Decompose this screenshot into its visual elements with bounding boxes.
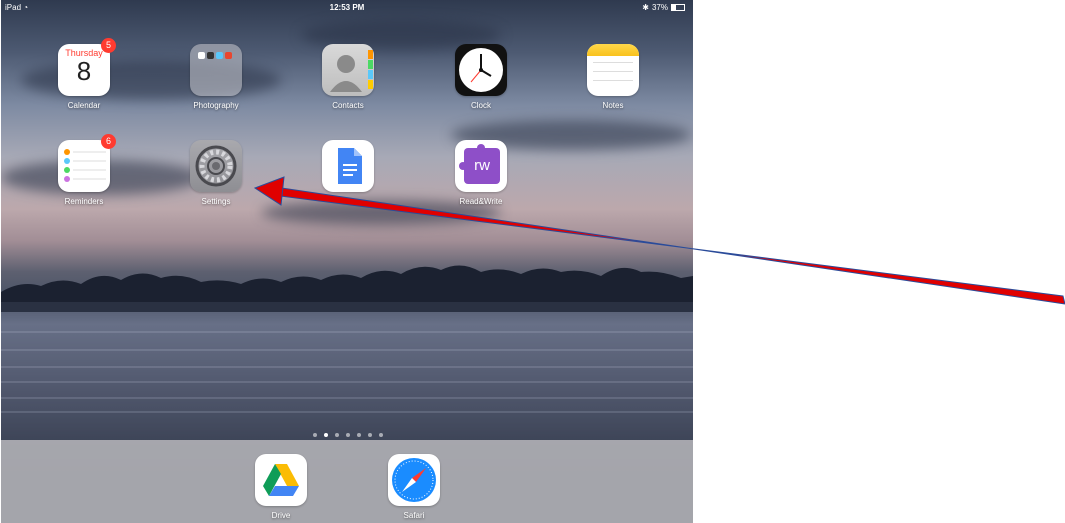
app-label: Notes [602,101,624,110]
mini-app-icon [225,52,232,59]
app-settings[interactable]: Settings [176,140,256,206]
app-label: Safari [403,511,425,520]
app-label: Drive [271,511,291,520]
notes-line [593,71,633,80]
app-label: Settings [201,197,231,206]
docs-graphic [338,148,362,184]
reminders-icon: 6 [58,134,116,192]
bluetooth-icon: ✱ [642,3,649,12]
clock-icon [455,44,507,96]
page-dot[interactable] [346,433,350,437]
app-notes[interactable]: Notes [573,44,653,110]
readwrite-text: rw [464,148,500,184]
app-label: Reminders [64,197,104,206]
contact-silhouette [330,50,373,92]
notes-icon [587,44,639,96]
status-bar: iPad ◔ 12:53 PM ✱ 37% [1,0,693,16]
readwrite-icon: rw [455,140,507,192]
app-safari[interactable]: Safari [374,454,454,520]
calendar-badge: 5 [101,38,116,53]
folder-mini-icons [198,52,232,59]
notes-line [593,80,633,89]
page-dot[interactable] [379,433,383,437]
compass-graphic [392,458,436,502]
app-label: Clock [470,101,491,110]
app-clock[interactable]: Clock [441,44,521,110]
notes-header [587,44,639,56]
page-dot[interactable] [324,433,328,437]
mini-photos-icon [198,52,205,59]
puzzle-knob [477,144,485,152]
app-reminders[interactable]: 6 Reminders [44,134,124,206]
treeline [1,265,693,312]
app-photography-folder[interactable]: Photography [176,44,256,110]
google-drive-icon [255,454,307,506]
battery-percent: 37% [651,3,668,12]
compass-icon [388,454,440,506]
drive-graphic [263,464,299,496]
clock-face [459,48,503,92]
folder-icon [190,44,242,96]
calendar-icon: Thursday 8 5 [58,38,116,96]
calendar-date: 8 [76,56,92,86]
status-time: 12:53 PM [329,3,365,12]
battery-icon [671,4,685,11]
notes-line [593,62,633,71]
water [1,312,693,440]
app-drive[interactable]: Drive [241,454,321,520]
ipad-screen: iPad ◔ 12:53 PM ✱ 37% Thursday 8 5 Calen… [1,0,693,523]
mini-app-icon [216,52,223,59]
gear-graphic [195,145,237,187]
app-label: Read&Write [459,197,503,206]
mini-camera-icon [207,52,214,59]
app-label: Photography [193,101,239,110]
app-label: Calendar [67,101,101,110]
reminders-badge: 6 [101,134,116,149]
page-dot[interactable] [335,433,339,437]
page-indicator[interactable] [313,433,383,437]
app-contacts[interactable]: Contacts [308,44,388,110]
contacts-icon [322,44,374,96]
battery-fill [672,5,677,10]
app-calendar[interactable]: Thursday 8 5 Calendar [44,38,124,110]
reminders-list [64,149,106,182]
page-dot[interactable] [357,433,361,437]
page-dot[interactable] [368,433,372,437]
puzzle-knob [459,162,467,170]
page-dot[interactable] [313,433,317,437]
app-label: Contacts [332,101,364,110]
google-docs-icon [322,140,374,192]
gear-icon [190,140,242,192]
battery-area: ✱ 37% [642,3,685,12]
dock [1,440,693,523]
app-readwrite[interactable]: rw Read&Write [441,140,521,206]
app-google-docs[interactable] [308,140,388,197]
